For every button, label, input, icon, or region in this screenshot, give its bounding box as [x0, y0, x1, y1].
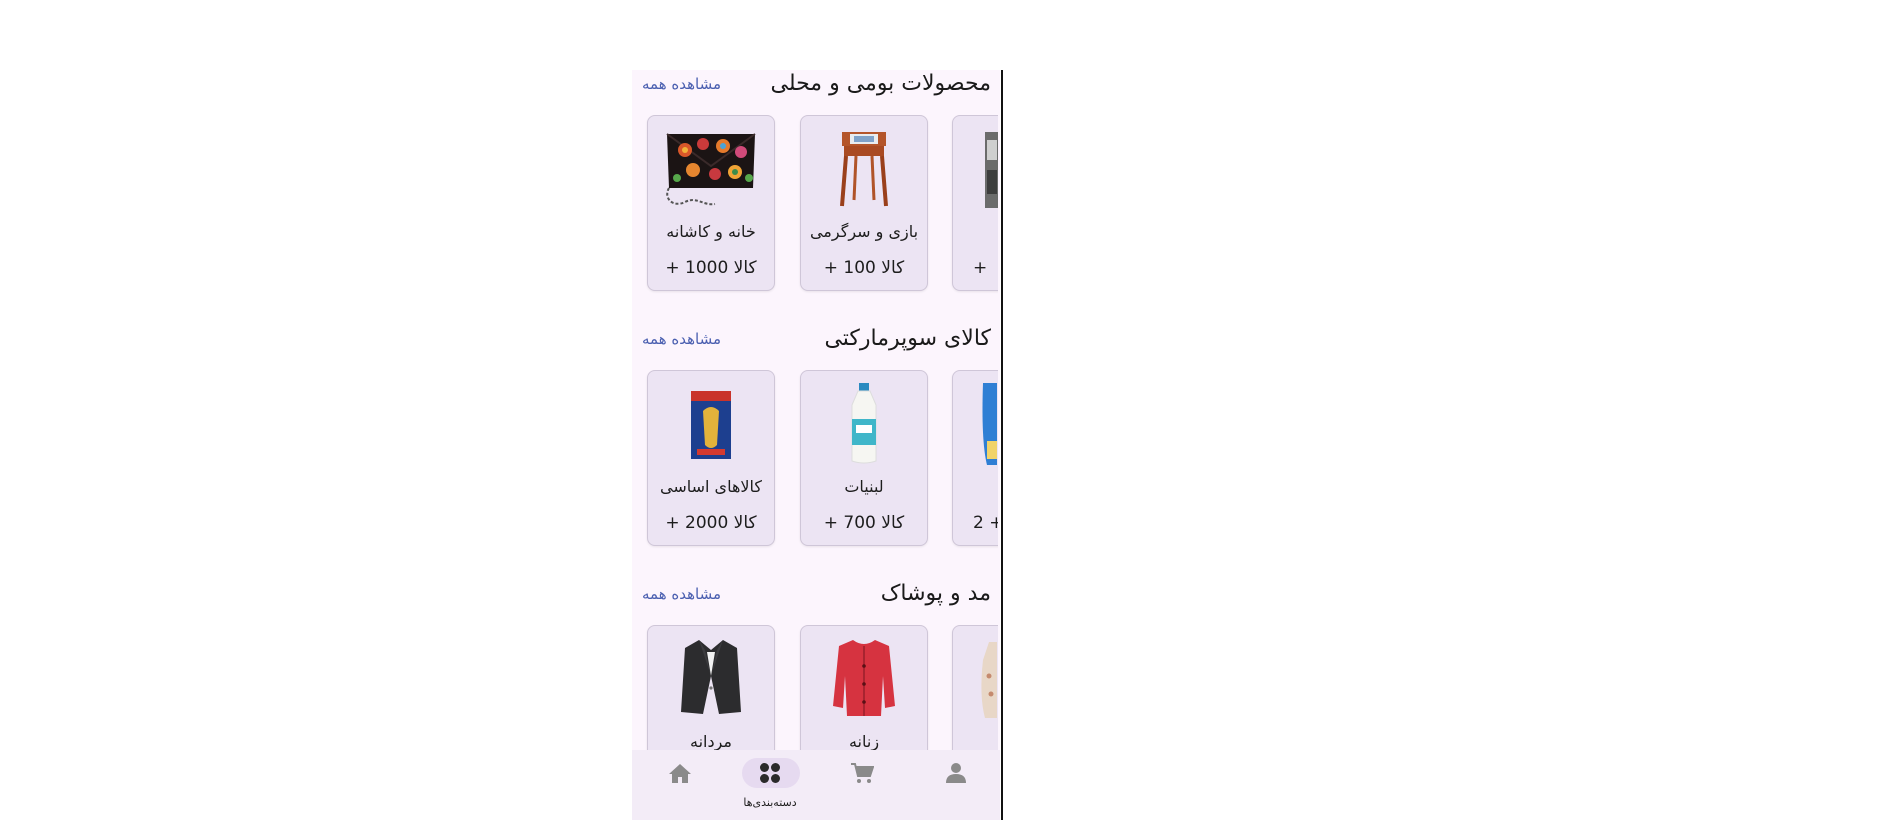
category-card[interactable]: + [952, 115, 998, 291]
person-icon [946, 763, 966, 783]
home-icon [669, 764, 691, 783]
nav-label: دسته‌بندی‌ها [743, 796, 797, 809]
section-title: محصولات بومی و محلی [770, 71, 991, 96]
category-card[interactable]: خانه و کاشانه کالا 1000 + [647, 115, 775, 291]
category-count: + 2 [973, 513, 998, 533]
category-name: لبنیات [844, 477, 884, 496]
category-name: کالاهای اساسی [659, 477, 762, 496]
nav-profile[interactable] [916, 750, 996, 820]
category-name: زنانه [848, 732, 880, 751]
category-count: کالا 1000 + [665, 258, 757, 278]
screen-edge-divider [1001, 70, 1003, 820]
category-name: بازی و سرگرمی [809, 222, 919, 241]
wooden-stool-image [840, 132, 888, 207]
category-count: کالا 100 + [823, 258, 905, 278]
red-cardigan-image [833, 640, 895, 716]
section-title: کالای سوپرمارکتی [824, 326, 991, 351]
category-card[interactable]: لبنیات کالا 700 + [800, 370, 928, 546]
section-title: مد و پوشاک [880, 581, 991, 606]
see-all-link[interactable]: مشاهده همه [642, 585, 721, 603]
blazer-image [681, 640, 741, 714]
category-card[interactable]: + 2 [952, 370, 998, 546]
category-name: مردانه [690, 732, 732, 751]
partial-product-image [981, 642, 997, 718]
category-count: کالا 2000 + [665, 513, 757, 533]
category-card[interactable]: بازی و سرگرمی کالا 100 + [800, 115, 928, 291]
pasta-pack-image [691, 391, 731, 459]
see-all-link[interactable]: مشاهده همه [642, 75, 721, 93]
category-strip[interactable]: کالاهای اساسی کالا 2000 + لبنیات کالا 70… [632, 370, 998, 550]
partial-product-image [982, 383, 997, 465]
nav-categories[interactable]: دسته‌بندی‌ها [730, 750, 810, 820]
category-card[interactable]: کالاهای اساسی کالا 2000 + [647, 370, 775, 546]
category-strip[interactable]: خانه و کاشانه کالا 1000 + بازی و سرگرمی … [632, 115, 998, 295]
nav-home[interactable] [640, 750, 720, 820]
nav-cart[interactable] [822, 750, 902, 820]
category-count: + [973, 258, 988, 278]
partial-product-image [985, 132, 998, 208]
milk-bottle-image [851, 383, 877, 464]
bottom-navigation: دسته‌بندی‌ها [632, 750, 1000, 820]
category-count: کالا 700 + [823, 513, 905, 533]
see-all-link[interactable]: مشاهده همه [642, 330, 721, 348]
cart-icon [851, 763, 874, 783]
category-name: خانه و کاشانه [666, 222, 756, 241]
embroidered-bag-image [666, 133, 756, 206]
app-screen: محصولات بومی و محلی مشاهده همه خانه و کا… [632, 70, 1000, 820]
grid-icon [760, 763, 780, 783]
